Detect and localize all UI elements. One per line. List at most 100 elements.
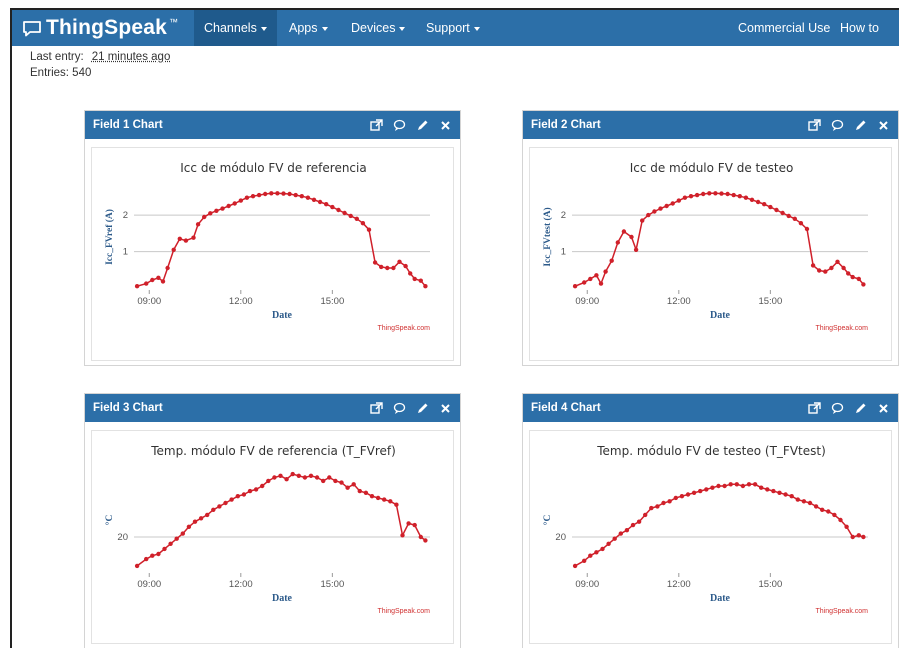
data-point xyxy=(229,497,234,502)
data-point xyxy=(710,485,715,490)
pencil-icon[interactable] xyxy=(416,402,429,415)
comment-icon[interactable] xyxy=(393,402,406,415)
data-point xyxy=(841,265,846,271)
panel-title: Field 3 Chart xyxy=(93,402,163,414)
data-point xyxy=(192,519,198,524)
close-icon[interactable] xyxy=(877,402,890,415)
data-point xyxy=(679,494,685,499)
data-point xyxy=(752,482,758,487)
data-point xyxy=(302,475,308,480)
nav-how-to-buy-label: How to Buy xyxy=(840,21,879,71)
data-point xyxy=(369,494,375,499)
data-point xyxy=(652,209,657,214)
data-point xyxy=(220,206,225,211)
data-point xyxy=(856,276,861,282)
data-point xyxy=(256,192,262,198)
chart-area: Icc de módulo FV de testeo 1 2 09:00 12:00 15… xyxy=(529,147,892,361)
x-tick-label: 09:00 xyxy=(137,296,161,307)
nav-how-to-buy[interactable]: How to Buy xyxy=(830,10,899,71)
data-point xyxy=(621,229,627,234)
data-point xyxy=(205,512,210,518)
data-point xyxy=(636,519,642,524)
x-axis-label: Date xyxy=(272,593,293,604)
last-entry-label: Last entry: xyxy=(30,51,84,63)
data-point xyxy=(400,533,405,538)
data-point xyxy=(324,202,329,207)
data-point xyxy=(810,263,816,268)
data-point xyxy=(646,212,651,218)
data-point xyxy=(725,191,730,197)
data-point xyxy=(789,494,794,499)
data-point xyxy=(348,213,353,219)
data-point xyxy=(284,477,289,482)
data-point xyxy=(676,198,681,203)
chart-title: Temp. módulo FV de referencia (T_FVref) xyxy=(150,444,396,458)
data-point xyxy=(572,284,578,289)
data-point xyxy=(694,192,700,198)
field-1-chart-panel: Field 1 Chart Icc de módulo FV de refere… xyxy=(84,110,461,366)
data-point xyxy=(722,483,727,489)
external-link-icon[interactable] xyxy=(808,401,821,415)
data-point xyxy=(321,478,326,484)
data-point xyxy=(771,488,776,494)
data-point xyxy=(701,191,706,197)
pencil-icon[interactable] xyxy=(854,402,867,415)
thingspeak-credit: ThingSpeak.com xyxy=(815,608,868,615)
last-entry-row: Last entry: 21 minutes ago xyxy=(30,51,170,63)
data-point xyxy=(844,524,849,529)
x-tick-label: 15:00 xyxy=(758,296,782,307)
brand-logo[interactable]: ThingSpeak ™ xyxy=(22,15,178,41)
data-point xyxy=(345,485,350,490)
field-4-chart: Temp. módulo FV de testeo (T_FVtest) 20 09… xyxy=(542,444,868,615)
comment-icon[interactable] xyxy=(831,402,844,415)
data-point xyxy=(826,509,831,514)
data-point xyxy=(633,247,639,252)
comment-icon[interactable] xyxy=(393,119,406,132)
x-axis-label: Date xyxy=(710,310,731,321)
external-link-icon[interactable] xyxy=(808,118,821,132)
chart-title: Temp. módulo FV de testeo (T_FVtest) xyxy=(596,444,826,458)
nav-channels[interactable]: Channels xyxy=(194,10,277,46)
nav-devices[interactable]: Devices xyxy=(341,10,415,46)
data-point xyxy=(630,522,636,528)
data-point xyxy=(195,222,201,227)
data-point xyxy=(707,191,712,196)
comment-icon[interactable] xyxy=(831,119,844,132)
pencil-icon[interactable] xyxy=(854,119,867,132)
data-point xyxy=(640,218,645,223)
y-tick-label: 2 xyxy=(123,210,128,221)
data-point xyxy=(829,265,834,271)
data-point xyxy=(266,478,271,484)
data-point xyxy=(740,483,746,489)
pencil-icon[interactable] xyxy=(416,119,429,132)
y-axis-label: °C xyxy=(104,515,115,526)
close-icon[interactable] xyxy=(439,402,452,415)
chart-area: Temp. módulo FV de testeo (T_FVtest) 20 09… xyxy=(529,430,892,644)
field-2-chart-panel: Field 2 Chart Icc de módulo FV de testeo… xyxy=(522,110,899,366)
y-tick-label: 1 xyxy=(561,247,566,258)
nav-channels-label: Channels xyxy=(204,21,257,35)
panel-title: Field 4 Chart xyxy=(531,402,601,414)
data-point xyxy=(223,500,228,506)
nav-support[interactable]: Support xyxy=(416,10,490,46)
nav-commercial-use[interactable]: Commercial Use xyxy=(728,10,840,46)
data-point xyxy=(272,475,277,480)
data-point xyxy=(156,275,161,280)
data-point xyxy=(719,191,724,196)
nav-apps[interactable]: Apps xyxy=(279,10,338,46)
data-point xyxy=(165,265,170,271)
data-point xyxy=(144,556,149,562)
data-point xyxy=(624,528,630,533)
thingspeak-credit: ThingSpeak.com xyxy=(815,325,868,332)
panel-toolbar xyxy=(370,394,452,422)
data-point xyxy=(171,247,176,252)
data-point xyxy=(305,195,311,200)
data-point xyxy=(603,269,608,274)
external-link-icon[interactable] xyxy=(370,401,383,415)
x-tick-label: 12:00 xyxy=(667,296,691,307)
close-icon[interactable] xyxy=(877,119,890,132)
close-icon[interactable] xyxy=(439,119,452,132)
data-point xyxy=(134,284,140,289)
y-tick-label: 2 xyxy=(561,210,566,221)
external-link-icon[interactable] xyxy=(370,118,383,132)
